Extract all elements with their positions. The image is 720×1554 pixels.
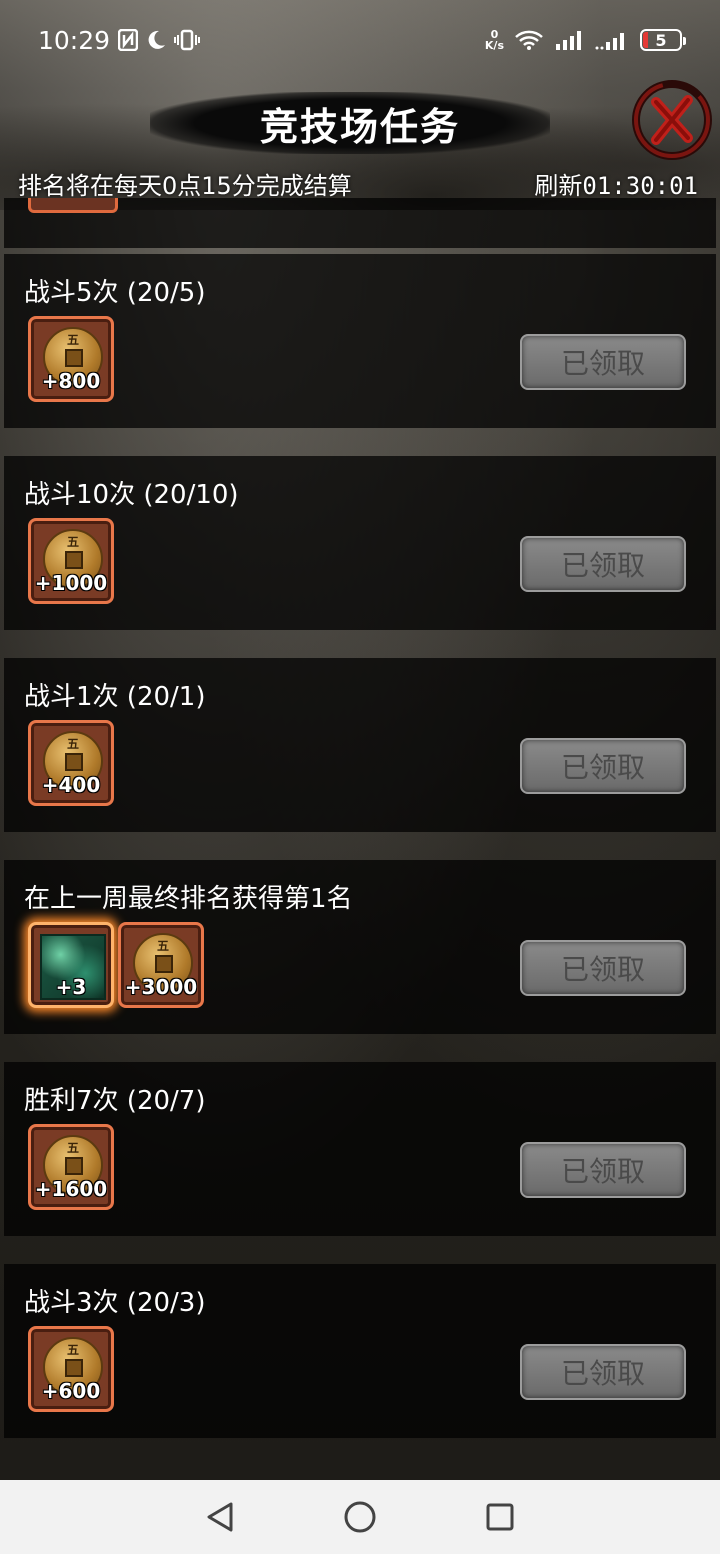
claimed-button[interactable]: 已领取 <box>520 940 686 996</box>
task-row: 胜利7次 (20/7) 五 +1600 已领取 <box>4 1062 716 1236</box>
reward-amount: +600 <box>41 1379 101 1403</box>
task-row: 战斗3次 (20/3) 五 +600 已领取 <box>4 1264 716 1438</box>
task-title: 战斗5次 (20/5) <box>24 278 206 308</box>
task-list[interactable]: 战斗5次 (20/5) 五 +800 已领取 战斗10次 (20/10) 五 +1000 已领… <box>4 198 716 1478</box>
close-icon <box>632 80 712 160</box>
reward-list: 五 +600 <box>28 1326 114 1412</box>
nfc-icon <box>118 29 139 51</box>
task-row: 战斗10次 (20/10) 五 +1000 已领取 <box>4 456 716 630</box>
signal-icon-2 <box>594 29 630 51</box>
subheader: 排名将在每天0点15分完成结算 刷新01:30:01 <box>0 166 720 200</box>
task-row: 战斗1次 (20/1) 五 +400 已领取 <box>4 658 716 832</box>
task-title: 战斗3次 (20/3) <box>24 1288 206 1318</box>
recents-button[interactable] <box>480 1497 520 1537</box>
task-title: 在上一周最终排名获得第1名 <box>24 884 353 914</box>
task-row-partial <box>4 198 716 248</box>
status-time: 10:29 <box>38 25 111 55</box>
battery-level: 5 <box>655 30 667 50</box>
coin-inscription: 五 <box>66 1343 79 1357</box>
back-triangle-icon <box>207 1502 233 1532</box>
reward-list: 五 +1000 <box>28 518 114 604</box>
task-title: 胜利7次 (20/7) <box>24 1086 206 1116</box>
reward-amount: +3000 <box>124 975 198 999</box>
reward-amount: +800 <box>41 369 101 393</box>
task-title: 战斗10次 (20/10) <box>24 480 239 510</box>
task-row: 在上一周最终排名获得第1名 +3 五 +3000 已领取 <box>4 860 716 1034</box>
claimed-button[interactable]: 已领取 <box>520 1142 686 1198</box>
reward-list: 五 +800 <box>28 316 114 402</box>
reward-amount: +400 <box>41 773 101 797</box>
page-title: 竞技场任务 <box>259 104 460 149</box>
home-circle-icon <box>344 1501 376 1533</box>
vibrate-icon <box>174 29 201 51</box>
reward-amount: +3 <box>55 975 87 999</box>
coin-inscription: 五 <box>66 333 79 347</box>
task-row: 战斗5次 (20/5) 五 +800 已领取 <box>4 254 716 428</box>
signal-icon <box>554 29 584 51</box>
home-button[interactable] <box>340 1497 380 1537</box>
back-button[interactable] <box>200 1497 240 1537</box>
network-speed: 0 K/s <box>485 29 504 51</box>
task-title: 战斗1次 (20/1) <box>24 682 206 712</box>
moon-icon <box>146 29 166 51</box>
network-speed-unit: K/s <box>484 39 504 52</box>
reward-coin-item[interactable]: 五 +1600 <box>28 1124 114 1210</box>
coin-inscription: 五 <box>66 737 79 751</box>
claimed-button[interactable]: 已领取 <box>520 738 686 794</box>
reward-coin-item[interactable]: 五 +800 <box>28 316 114 402</box>
reward-list: 五 +1600 <box>28 1124 114 1210</box>
reward-coin-item[interactable]: 五 +3000 <box>118 922 204 1008</box>
reward-amount: +1600 <box>34 1177 108 1201</box>
reward-frame-partial <box>28 198 118 213</box>
status-bar: 10:29 0 K/s 5 <box>0 0 720 80</box>
coin-inscription: 五 <box>66 1141 79 1155</box>
coin-inscription: 五 <box>156 939 169 953</box>
coin-inscription: 五 <box>66 535 79 549</box>
claimed-button[interactable]: 已领取 <box>520 334 686 390</box>
close-button[interactable] <box>626 80 714 160</box>
reward-list: 五 +400 <box>28 720 114 806</box>
reward-coin-item[interactable]: 五 +1000 <box>28 518 114 604</box>
wifi-icon <box>514 29 544 51</box>
rank-settlement-note: 排名将在每天0点15分完成结算 <box>18 172 352 200</box>
reward-list: +3 五 +3000 <box>28 922 204 1008</box>
reward-jade-item[interactable]: +3 <box>28 922 114 1008</box>
claimed-button[interactable]: 已领取 <box>520 536 686 592</box>
reward-coin-item[interactable]: 五 +400 <box>28 720 114 806</box>
reward-coin-item[interactable]: 五 +600 <box>28 1326 114 1412</box>
claimed-button[interactable]: 已领取 <box>520 1344 686 1400</box>
navigation-bar <box>0 1480 720 1554</box>
recents-square-icon <box>486 1503 514 1531</box>
refresh-timer: 刷新01:30:01 <box>534 172 698 200</box>
reward-amount: +1000 <box>34 571 108 595</box>
battery-icon: 5 <box>640 29 686 51</box>
